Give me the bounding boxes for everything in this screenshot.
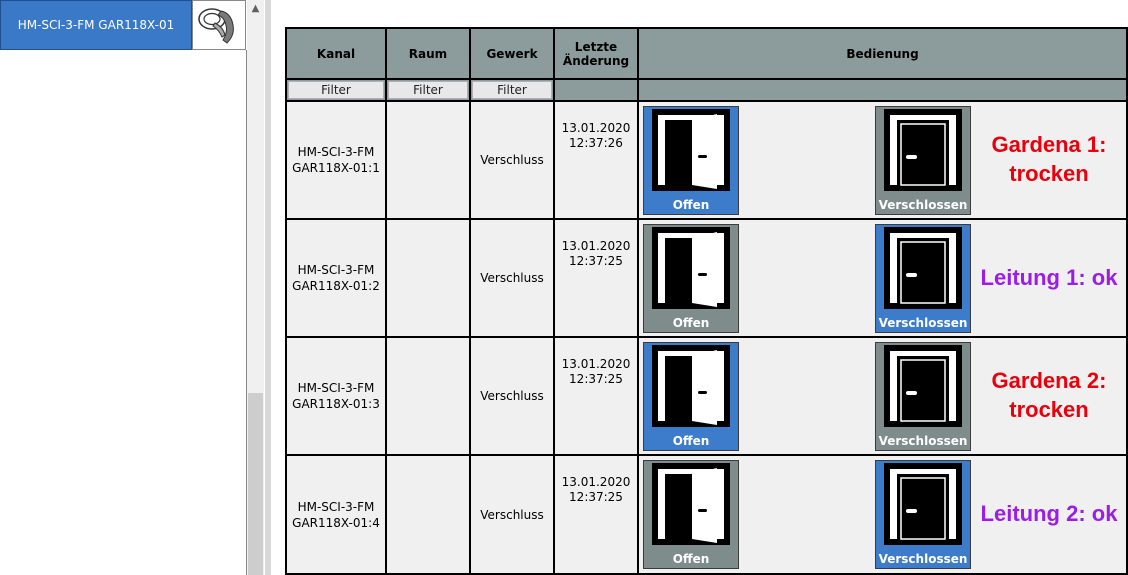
cell-gewerk: Verschluss [471,102,553,218]
closed-button-label: Verschlossen [878,198,968,212]
header-kanal-label: Kanal [316,46,356,61]
vertical-scrollbar[interactable]: ▲ [247,0,264,575]
device-tree-panel: HM-SCI-3-FM GAR118X-01 [0,0,247,575]
header-gewerk-label: Gewerk [486,46,538,61]
device-tab[interactable]: HM-SCI-3-FM GAR118X-01 [0,0,192,50]
open-button[interactable]: Offen [643,224,739,333]
scroll-up-arrow-icon[interactable]: ▲ [247,0,264,17]
gewerk-value: Verschluss [480,271,544,285]
cell-raum [387,338,469,454]
filter-button-gewerk[interactable]: Filter [472,81,552,99]
kanal-value: HM-SCI-3-FM GAR118X-01:1 [292,145,380,175]
time-value: 12:37:25 [569,372,623,386]
date-value: 13.01.2020 [561,475,631,489]
status-text: Leitung 1: ok [980,264,1118,290]
date-value: 13.01.2020 [561,357,631,371]
panel-splitter[interactable] [265,0,271,575]
gewerk-value: Verschluss [480,507,544,522]
cell-letzte-aenderung: 13.01.2020 12:37:26 [555,102,637,218]
cell-bedienung: Offen Verschlossen Leitung 1: ok [639,220,1126,336]
time-value: 12:37:25 [569,254,623,268]
open-button-label: Offen [672,198,710,212]
open-button[interactable]: Offen [643,342,739,451]
filter-button-raum[interactable]: Filter [388,81,468,99]
filter-label: Filter [497,83,527,97]
time-value: 12:37:26 [569,136,623,150]
cell-letzte-aenderung: 13.01.2020 12:37:25 [555,338,637,454]
open-button-label: Offen [672,434,710,448]
filter-cell-letzte-aenderung [555,80,637,100]
channel-table: Kanal Raum Gewerk Letzte Änderung Bedien… [285,27,1128,575]
dryness-sensor-icon [192,0,246,50]
open-button[interactable]: Offen [643,460,739,569]
closed-button-label: Verschlossen [878,552,968,566]
filter-cell-raum: Filter [387,80,469,100]
open-button[interactable]: Offen [643,106,739,215]
open-button-label: Offen [672,316,710,330]
column-header-letzte-aenderung: Letzte Änderung [555,29,637,78]
filter-label: Filter [413,83,443,97]
cell-kanal: HM-SCI-3-FM GAR118X-01:2 [287,220,385,336]
scrollbar-thumb[interactable] [248,393,263,575]
cell-letzte-aenderung: 13.01.2020 12:37:25 [555,456,637,573]
status-text: Gardena 1: trocken [991,132,1107,186]
closed-button-label: Verschlossen [878,316,968,330]
cell-gewerk: Verschluss [471,220,553,336]
cell-raum [387,456,469,573]
filter-label: Filter [321,83,351,97]
open-button-label: Offen [672,552,710,566]
cell-raum [387,102,469,218]
cell-bedienung: Offen Verschlossen Gardena 2: trocken [639,338,1126,454]
cell-gewerk: Verschluss [471,338,553,454]
filter-cell-bedienung [639,80,1126,100]
kanal-value: HM-SCI-3-FM GAR118X-01:3 [292,381,380,411]
cell-letzte-aenderung: 13.01.2020 12:37:25 [555,220,637,336]
cell-kanal: HM-SCI-3-FM GAR118X-01:4 [287,456,385,573]
kanal-value: HM-SCI-3-FM GAR118X-01:2 [292,263,380,293]
cell-gewerk: Verschluss [471,456,553,573]
cell-bedienung: Offen Verschlossen Gardena 1: trocken [639,102,1126,218]
header-raum-label: Raum [408,46,448,61]
closed-button[interactable]: Verschlossen [875,342,971,451]
status-text: Leitung 2: ok [980,500,1118,526]
gewerk-value: Verschluss [480,153,544,167]
filter-button-kanal[interactable]: Filter [288,81,384,99]
gewerk-value: Verschluss [480,389,544,403]
cell-kanal: HM-SCI-3-FM GAR118X-01:1 [287,102,385,218]
closed-button[interactable]: Verschlossen [875,106,971,215]
column-header-gewerk: Gewerk [471,29,553,78]
cell-kanal: HM-SCI-3-FM GAR118X-01:3 [287,338,385,454]
kanal-value: HM-SCI-3-FM GAR118X-01:4 [292,499,380,530]
closed-button-label: Verschlossen [878,434,968,448]
filter-cell-gewerk: Filter [471,80,553,100]
status-text: Gardena 2: trocken [991,368,1107,422]
time-value: 12:37:25 [569,490,623,504]
date-value: 13.01.2020 [561,239,631,253]
filter-cell-kanal: Filter [287,80,385,100]
column-header-raum: Raum [387,29,469,78]
closed-button[interactable]: Verschlossen [875,224,971,333]
column-header-kanal: Kanal [287,29,385,78]
date-value: 13.01.2020 [561,121,631,135]
closed-button[interactable]: Verschlossen [875,460,971,569]
cell-bedienung: Offen Verschlossen Leitung 2: ok [639,456,1126,573]
cell-raum [387,220,469,336]
device-tab-label: HM-SCI-3-FM GAR118X-01 [17,18,175,32]
header-letzte-aenderung-label: Letzte Änderung [562,39,630,68]
header-bedienung-label: Bedienung [846,46,919,61]
column-header-bedienung: Bedienung [639,29,1126,78]
